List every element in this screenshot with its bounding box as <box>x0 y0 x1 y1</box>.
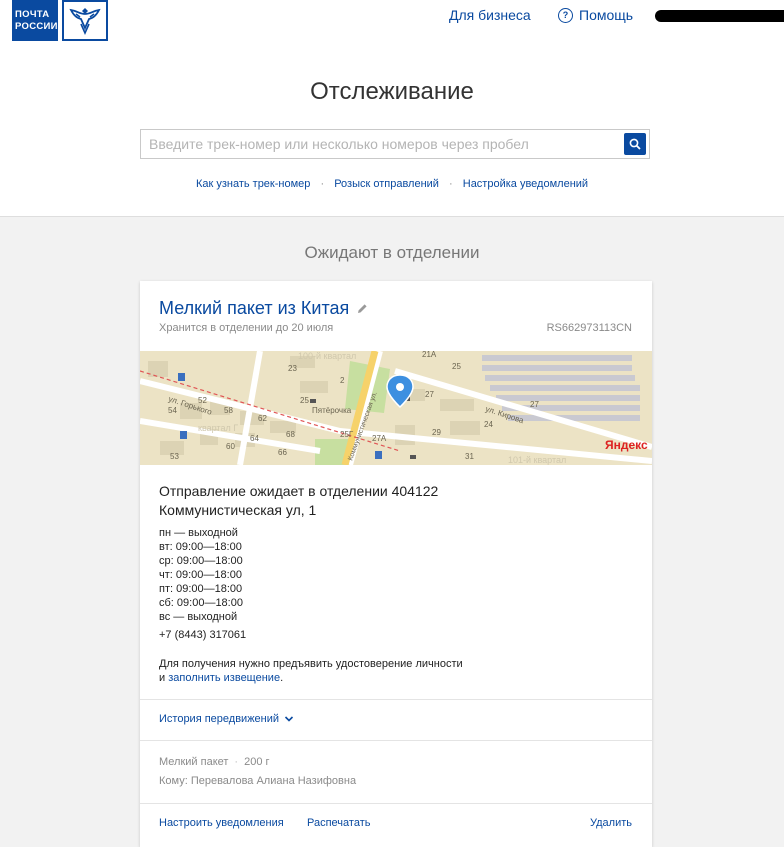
track-number: RS662973113CN <box>546 322 632 334</box>
map-num: 60 <box>226 442 235 451</box>
office-status: Отправление ожидает в отделении 404122 К… <box>159 482 438 520</box>
map-label-kvartal100: 100-й квартал <box>298 351 356 361</box>
chevron-down-icon <box>284 716 294 722</box>
map-num: 2 <box>340 376 345 385</box>
map-num: 29 <box>432 428 441 437</box>
hours-row: чт: 09:00—18:00 <box>159 569 242 581</box>
delete-button[interactable]: Удалить <box>590 817 632 829</box>
section-title: Ожидают в отделении <box>304 243 480 262</box>
history-toggle[interactable]: История передвижений <box>159 713 294 725</box>
separator: · <box>449 178 453 190</box>
map-num: 31 <box>465 452 474 461</box>
parcel-weight: 200 г <box>244 756 270 768</box>
business-link[interactable]: Для бизнеса <box>449 7 531 23</box>
map-num: 64 <box>250 434 259 443</box>
tracking-search <box>140 129 650 159</box>
map-num: 27 <box>425 390 434 399</box>
status-line: Отправление ожидает в отделении 404122 <box>159 483 439 499</box>
map-num: 27А <box>372 434 387 443</box>
page-title: Отслеживание <box>310 78 474 105</box>
note-line-2: и заполнить извещение. <box>159 672 284 684</box>
search-button[interactable] <box>624 133 646 155</box>
parcel-title[interactable]: Мелкий пакет из Китая <box>159 298 368 319</box>
map-brand: Яндекс <box>605 438 648 452</box>
search-icon <box>629 138 641 150</box>
map-num: 62 <box>258 414 267 423</box>
hours-row: ср: 09:00—18:00 <box>159 555 243 567</box>
parcel-title-text: Мелкий пакет из Китая <box>159 298 350 318</box>
map-num: 21А <box>422 351 437 359</box>
how-to-find-track-link[interactable]: Как узнать трек-номер <box>196 178 310 190</box>
parcel-meta: Мелкий пакет · 200 г <box>159 756 270 768</box>
search-shipments-link[interactable]: Розыск отправлений <box>334 178 439 190</box>
help-icon: ? <box>558 7 573 23</box>
separator: · <box>234 756 239 768</box>
logo-wordmark: ПОЧТА РОССИИ <box>12 0 58 41</box>
eagle-emblem-icon <box>62 0 108 41</box>
map-num: 66 <box>278 448 287 457</box>
map-num: 25 <box>300 396 309 405</box>
hours-row: сб: 09:00—18:00 <box>159 597 243 609</box>
configure-notifications-button[interactable]: Настроить уведомления <box>159 817 284 829</box>
map-num: 53 <box>170 452 179 461</box>
map-num: 25Г <box>340 430 354 439</box>
map-label-kvartal101: 101-й квартал <box>508 455 566 465</box>
map-label-kvartalG: квартал Г <box>198 423 238 433</box>
map-num: 52 <box>198 396 207 405</box>
office-map[interactable]: ул. Горького 100-й квартал квартал Г ул.… <box>140 351 652 465</box>
map-num: 25 <box>452 362 461 371</box>
map-num: 58 <box>224 406 233 415</box>
map-num: 68 <box>286 430 295 439</box>
divider <box>140 740 652 741</box>
print-button[interactable]: Распечатать <box>307 817 370 829</box>
hours-row: пн — выходной <box>159 527 238 539</box>
parcel-type: Мелкий пакет <box>159 756 229 768</box>
office-phone: +7 (8443) 317061 <box>159 629 247 641</box>
search-input[interactable] <box>141 130 637 158</box>
separator: · <box>320 178 325 190</box>
helper-links: Как узнать трек-номер · Розыск отправлен… <box>0 178 784 190</box>
header: ПОЧТА РОССИИ Для бизнеса ? Помощь Отслеж… <box>0 0 784 217</box>
user-menu-redacted[interactable] <box>655 10 784 22</box>
help-link[interactable]: ? Помощь <box>558 7 633 23</box>
hours-row: пт: 09:00—18:00 <box>159 583 243 595</box>
hours-row: вс — выходной <box>159 611 238 623</box>
divider <box>140 699 652 700</box>
office-hours: пн — выходной вт: 09:00—18:00 ср: 09:00—… <box>159 526 243 624</box>
map-num: 27 <box>530 400 539 409</box>
notification-settings-link[interactable]: Настройка уведомлений <box>463 178 588 190</box>
stored-until: Хранится в отделении до 20 июля <box>159 322 334 334</box>
note-line: Для получения нужно предъявить удостовер… <box>159 658 463 670</box>
office-address: Коммунистическая ул, 1 <box>159 502 317 518</box>
help-label: Помощь <box>579 7 634 23</box>
recipient: Кому: Перевалова Алиана Назифовна <box>159 775 357 787</box>
map-num: 54 <box>168 406 177 415</box>
map-label-pyaterochka: Пятёрочка <box>312 406 352 415</box>
parcel-card: Мелкий пакет из Китая Хранится в отделен… <box>140 281 652 847</box>
divider <box>140 803 652 804</box>
russian-post-logo[interactable]: ПОЧТА РОССИИ <box>12 0 108 41</box>
map-num: 23 <box>288 364 297 373</box>
fill-notice-link[interactable]: заполнить извещение <box>168 672 280 684</box>
pencil-icon[interactable] <box>357 303 368 314</box>
hours-row: вт: 09:00—18:00 <box>159 541 242 553</box>
history-label: История передвижений <box>159 713 280 725</box>
map-num: 24 <box>484 420 493 429</box>
pickup-note: Для получения нужно предъявить удостовер… <box>159 657 463 685</box>
